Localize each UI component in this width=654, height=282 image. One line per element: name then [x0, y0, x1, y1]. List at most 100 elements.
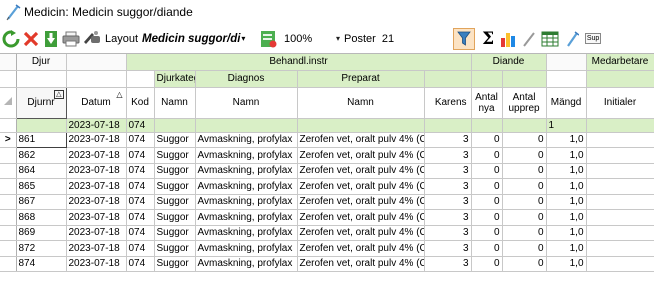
cell-karens[interactable]: 3: [424, 132, 472, 148]
cell-djurnr[interactable]: 864: [16, 163, 67, 179]
cell-initialer[interactable]: [586, 163, 654, 179]
table-row[interactable]: 874 2023-07-18 074 Suggor Avmaskning, profyl…: [0, 256, 654, 272]
cell-djurkat-namn[interactable]: Suggor: [154, 178, 196, 195]
cell-mangd[interactable]: 1,0: [546, 163, 587, 179]
row-selector[interactable]: [0, 240, 17, 257]
cell-karens[interactable]: 3: [424, 209, 472, 226]
cell-karens[interactable]: 3: [424, 178, 472, 195]
row-selector[interactable]: >: [0, 132, 17, 148]
cell-antal-upprep[interactable]: 0: [502, 163, 547, 179]
cell-kod[interactable]: 074: [126, 209, 155, 226]
column-header-datum[interactable]: △ Datum: [66, 87, 127, 119]
cell-diagnos[interactable]: Avmaskning, profylax: [195, 209, 298, 226]
cell-djurnr[interactable]: 874: [16, 256, 67, 272]
cell-preparat[interactable]: Zerofen vet, oralt pulv 4% (C: [297, 240, 425, 257]
cell-antal-upprep[interactable]: 0: [502, 225, 547, 241]
sum-button[interactable]: Σ: [478, 27, 498, 51]
column-header-karens[interactable]: Karens: [424, 87, 472, 119]
cell-initialer[interactable]: [586, 132, 654, 148]
cell-antal-nya[interactable]: 0: [471, 163, 503, 179]
filter-karens[interactable]: [424, 118, 472, 133]
cell-djurnr[interactable]: 872: [16, 240, 67, 257]
cell-preparat[interactable]: Zerofen vet, oralt pulv 4% (C: [297, 147, 425, 164]
cell-initialer[interactable]: [586, 225, 654, 241]
format-button[interactable]: [81, 27, 103, 51]
cell-djurnr[interactable]: 868: [16, 209, 67, 226]
cell-preparat[interactable]: Zerofen vet, oralt pulv 4% (C: [297, 194, 425, 210]
cell-initialer[interactable]: [586, 256, 654, 272]
column-header-djurkat-namn[interactable]: Namn: [154, 87, 196, 119]
cell-preparat[interactable]: Zerofen vet, oralt pulv 4% (C: [297, 163, 425, 179]
filter-nya[interactable]: [471, 118, 503, 133]
cell-initialer[interactable]: [586, 209, 654, 226]
table-row[interactable]: 872 2023-07-18 074 Suggor Avmaskning, profyl…: [0, 240, 654, 257]
cell-djurkat-namn[interactable]: Suggor: [154, 163, 196, 179]
filter-preparat[interactable]: [297, 118, 425, 133]
row-selector[interactable]: [0, 194, 17, 210]
cell-diagnos[interactable]: Avmaskning, profylax: [195, 256, 298, 272]
cell-datum[interactable]: 2023-07-18: [66, 147, 127, 164]
cell-djurnr[interactable]: 869: [16, 225, 67, 241]
column-header-initialer[interactable]: Initialer: [586, 87, 654, 119]
cell-kod[interactable]: 074: [126, 163, 155, 179]
cell-djurnr[interactable]: 865: [16, 178, 67, 195]
cell-preparat[interactable]: Zerofen vet, oralt pulv 4% (C: [297, 178, 425, 195]
row-selector[interactable]: [0, 225, 17, 241]
medicine-button[interactable]: [562, 27, 582, 51]
table-row[interactable]: 865 2023-07-18 074 Suggor Avmaskning, profyl…: [0, 178, 654, 195]
delete-button[interactable]: [21, 27, 41, 51]
cell-karens[interactable]: 3: [424, 256, 472, 272]
column-header-diagnos-namn[interactable]: Namn: [195, 87, 298, 119]
filter-djurnr[interactable]: [16, 118, 67, 133]
cell-diagnos[interactable]: Avmaskning, profylax: [195, 132, 298, 148]
column-header-mangd[interactable]: Mängd: [546, 87, 587, 119]
cell-datum[interactable]: 2023-07-18: [66, 132, 127, 148]
row-selector[interactable]: [0, 163, 17, 179]
cell-mangd[interactable]: 1,0: [546, 240, 587, 257]
cell-antal-upprep[interactable]: 0: [502, 194, 547, 210]
cell-mangd[interactable]: 1,0: [546, 256, 587, 272]
cell-mangd[interactable]: 1,0: [546, 147, 587, 164]
cell-djurkat-namn[interactable]: Suggor: [154, 209, 196, 226]
cell-diagnos[interactable]: Avmaskning, profylax: [195, 225, 298, 241]
tools-button[interactable]: [520, 27, 538, 51]
cell-mangd[interactable]: 1,0: [546, 225, 587, 241]
cell-karens[interactable]: 3: [424, 240, 472, 257]
cell-antal-nya[interactable]: 0: [471, 132, 503, 148]
row-selector[interactable]: [0, 209, 17, 226]
cell-djurkat-namn[interactable]: Suggor: [154, 194, 196, 210]
column-header-antal-upprep[interactable]: Antal upprep: [502, 87, 547, 119]
export-button[interactable]: [41, 27, 61, 51]
cell-kod[interactable]: 074: [126, 225, 155, 241]
cell-antal-upprep[interactable]: 0: [502, 209, 547, 226]
column-header-djurnr[interactable]: △ Djurnr: [15, 86, 67, 119]
filter-initialer[interactable]: [586, 118, 654, 133]
table-row[interactable]: 867 2023-07-18 074 Suggor Avmaskning, profyl…: [0, 194, 654, 210]
row-selector[interactable]: [0, 256, 17, 272]
cell-kod[interactable]: 074: [126, 256, 155, 272]
cell-initialer[interactable]: [586, 178, 654, 195]
cell-datum[interactable]: 2023-07-18: [66, 209, 127, 226]
cell-diagnos[interactable]: Avmaskning, profylax: [195, 178, 298, 195]
filter-diagnos[interactable]: [195, 118, 298, 133]
cell-mangd[interactable]: 1,0: [546, 132, 587, 148]
cell-initialer[interactable]: [586, 194, 654, 210]
cell-diagnos[interactable]: Avmaskning, profylax: [195, 163, 298, 179]
cell-preparat[interactable]: Zerofen vet, oralt pulv 4% (C: [297, 209, 425, 226]
cell-antal-nya[interactable]: 0: [471, 240, 503, 257]
cell-djurnr[interactable]: 867: [16, 194, 67, 210]
cell-antal-nya[interactable]: 0: [471, 194, 503, 210]
cell-datum[interactable]: 2023-07-18: [66, 225, 127, 241]
table-row[interactable]: 862 2023-07-18 074 Suggor Avmaskning, profyl…: [0, 147, 654, 164]
column-header-kod[interactable]: Kod: [126, 87, 155, 119]
cell-djurkat-namn[interactable]: Suggor: [154, 147, 196, 164]
cell-datum[interactable]: 2023-07-18: [66, 240, 127, 257]
filter-button[interactable]: [453, 27, 476, 50]
cell-preparat[interactable]: Zerofen vet, oralt pulv 4% (C: [297, 256, 425, 272]
column-header-preparat-namn[interactable]: Namn: [297, 87, 425, 119]
cell-preparat[interactable]: Zerofen vet, oralt pulv 4% (C: [297, 225, 425, 241]
cell-djurkat-namn[interactable]: Suggor: [154, 240, 196, 257]
layout-select[interactable]: Medicin suggor/di ▾: [142, 33, 258, 45]
filter-djurkat[interactable]: [154, 118, 196, 133]
cell-datum[interactable]: 2023-07-18: [66, 178, 127, 195]
